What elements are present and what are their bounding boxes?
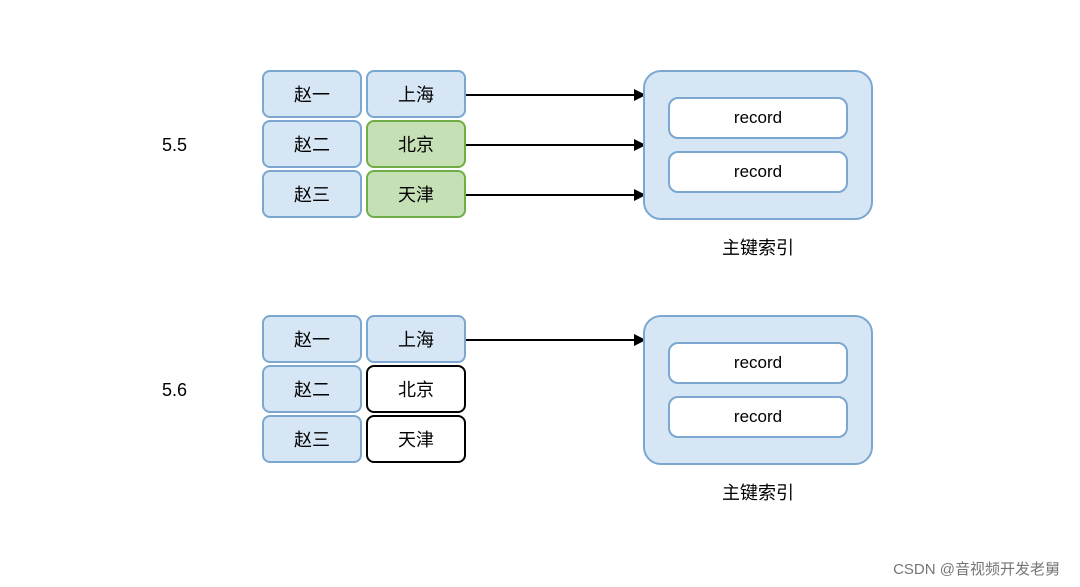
watermark: CSDN @音视频开发老舅 <box>893 558 1060 579</box>
index-box-g2: record record <box>643 315 873 465</box>
arrow-icon <box>466 136 646 154</box>
cell: 赵三 <box>262 415 362 463</box>
cell: 北京 <box>366 120 466 168</box>
table-col2-g2: 上海 北京 天津 <box>366 315 466 465</box>
cell: 赵二 <box>262 120 362 168</box>
record-box: record <box>668 97 848 139</box>
index-label-g2: 主键索引 <box>643 479 873 505</box>
cell: 天津 <box>366 415 466 463</box>
cell: 赵三 <box>262 170 362 218</box>
table-col2-g1: 上海 北京 天津 <box>366 70 466 220</box>
arrow-icon <box>466 86 646 104</box>
index-box-g1: record record <box>643 70 873 220</box>
record-box: record <box>668 342 848 384</box>
cell: 天津 <box>366 170 466 218</box>
arrow-icon <box>466 186 646 204</box>
version-label-2: 5.6 <box>162 380 187 401</box>
record-box: record <box>668 151 848 193</box>
cell: 上海 <box>366 70 466 118</box>
cell: 北京 <box>366 365 466 413</box>
record-box: record <box>668 396 848 438</box>
arrow-icon <box>466 331 646 349</box>
table-col1-g1: 赵一 赵二 赵三 <box>262 70 362 220</box>
cell: 赵一 <box>262 315 362 363</box>
index-label-g1: 主键索引 <box>643 234 873 260</box>
cell: 赵一 <box>262 70 362 118</box>
cell: 赵二 <box>262 365 362 413</box>
table-col1-g2: 赵一 赵二 赵三 <box>262 315 362 465</box>
version-label-1: 5.5 <box>162 135 187 156</box>
cell: 上海 <box>366 315 466 363</box>
